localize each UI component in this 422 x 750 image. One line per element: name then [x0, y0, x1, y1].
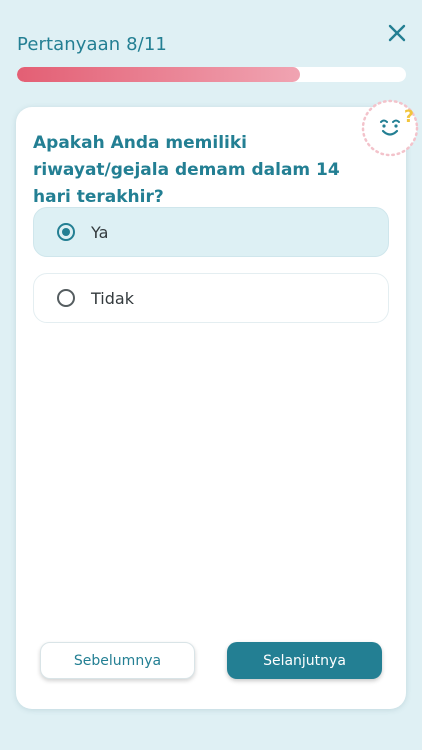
option-label: Tidak [91, 288, 134, 308]
progress-bar-fill [17, 67, 300, 82]
option-tidak[interactable]: Tidak [33, 273, 389, 323]
close-icon [388, 24, 406, 42]
mascot-question-mark: ? [404, 107, 414, 127]
progress-bar [17, 67, 406, 82]
option-label: Ya [91, 222, 109, 242]
option-ya[interactable]: Ya [33, 207, 389, 257]
radio-unchecked-icon[interactable] [57, 289, 75, 307]
close-button[interactable] [385, 21, 409, 45]
previous-button[interactable]: Sebelumnya [40, 642, 195, 679]
next-button[interactable]: Selanjutnya [227, 642, 382, 679]
radio-checked-icon[interactable] [57, 223, 75, 241]
question-text: Apakah Anda memiliki riwayat/gejala dema… [33, 133, 340, 207]
question-counter-title: Pertanyaan 8/11 [17, 34, 167, 55]
